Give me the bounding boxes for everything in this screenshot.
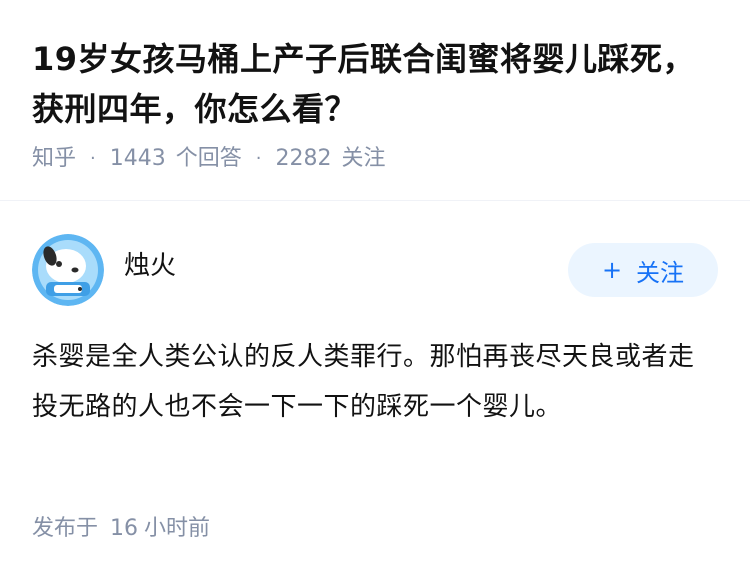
author-name[interactable]: 烛火: [124, 245, 176, 282]
plus-icon: +: [601, 256, 623, 284]
follow-button[interactable]: + 关注: [568, 243, 718, 297]
answer-content[interactable]: 杀婴是全人类公认的反人类罪行。那怕再丧尽天良或者走投无路的人也不会一下一下的踩死…: [32, 332, 718, 432]
source-label[interactable]: 知乎: [32, 144, 76, 174]
publish-hours: 16: [110, 516, 139, 541]
publish-time: 发布于 16 小时前: [32, 512, 210, 546]
meta-separator: ·: [255, 148, 262, 169]
publish-suffix: 小时前: [144, 516, 211, 541]
question-meta: 知乎 · 1443 个回答 · 2282 关注: [32, 144, 722, 174]
meta-separator: ·: [90, 148, 96, 169]
answer-count: 1443: [109, 146, 166, 171]
dog-avatar-icon: [32, 234, 104, 306]
question-header: 19岁女孩马桶上产子后联合闺蜜将婴儿踩死，获刑四年，你怎么看？ 知乎 · 144…: [32, 34, 722, 174]
section-divider: [0, 200, 750, 201]
author-row: 烛火 + 关注: [32, 230, 718, 310]
follower-count: 2282: [275, 146, 332, 171]
answer-count-label: 个回答: [175, 146, 242, 171]
answer-card: 烛火 + 关注 杀婴是全人类公认的反人类罪行。那怕再丧尽天良或者走投无路的人也不…: [32, 230, 718, 432]
question-title[interactable]: 19岁女孩马桶上产子后联合闺蜜将婴儿踩死，获刑四年，你怎么看？: [32, 34, 722, 134]
publish-prefix: 发布于: [32, 516, 99, 541]
follower-count-label: 关注: [341, 146, 386, 171]
avatar[interactable]: [32, 234, 104, 306]
follow-button-label: 关注: [636, 258, 685, 287]
